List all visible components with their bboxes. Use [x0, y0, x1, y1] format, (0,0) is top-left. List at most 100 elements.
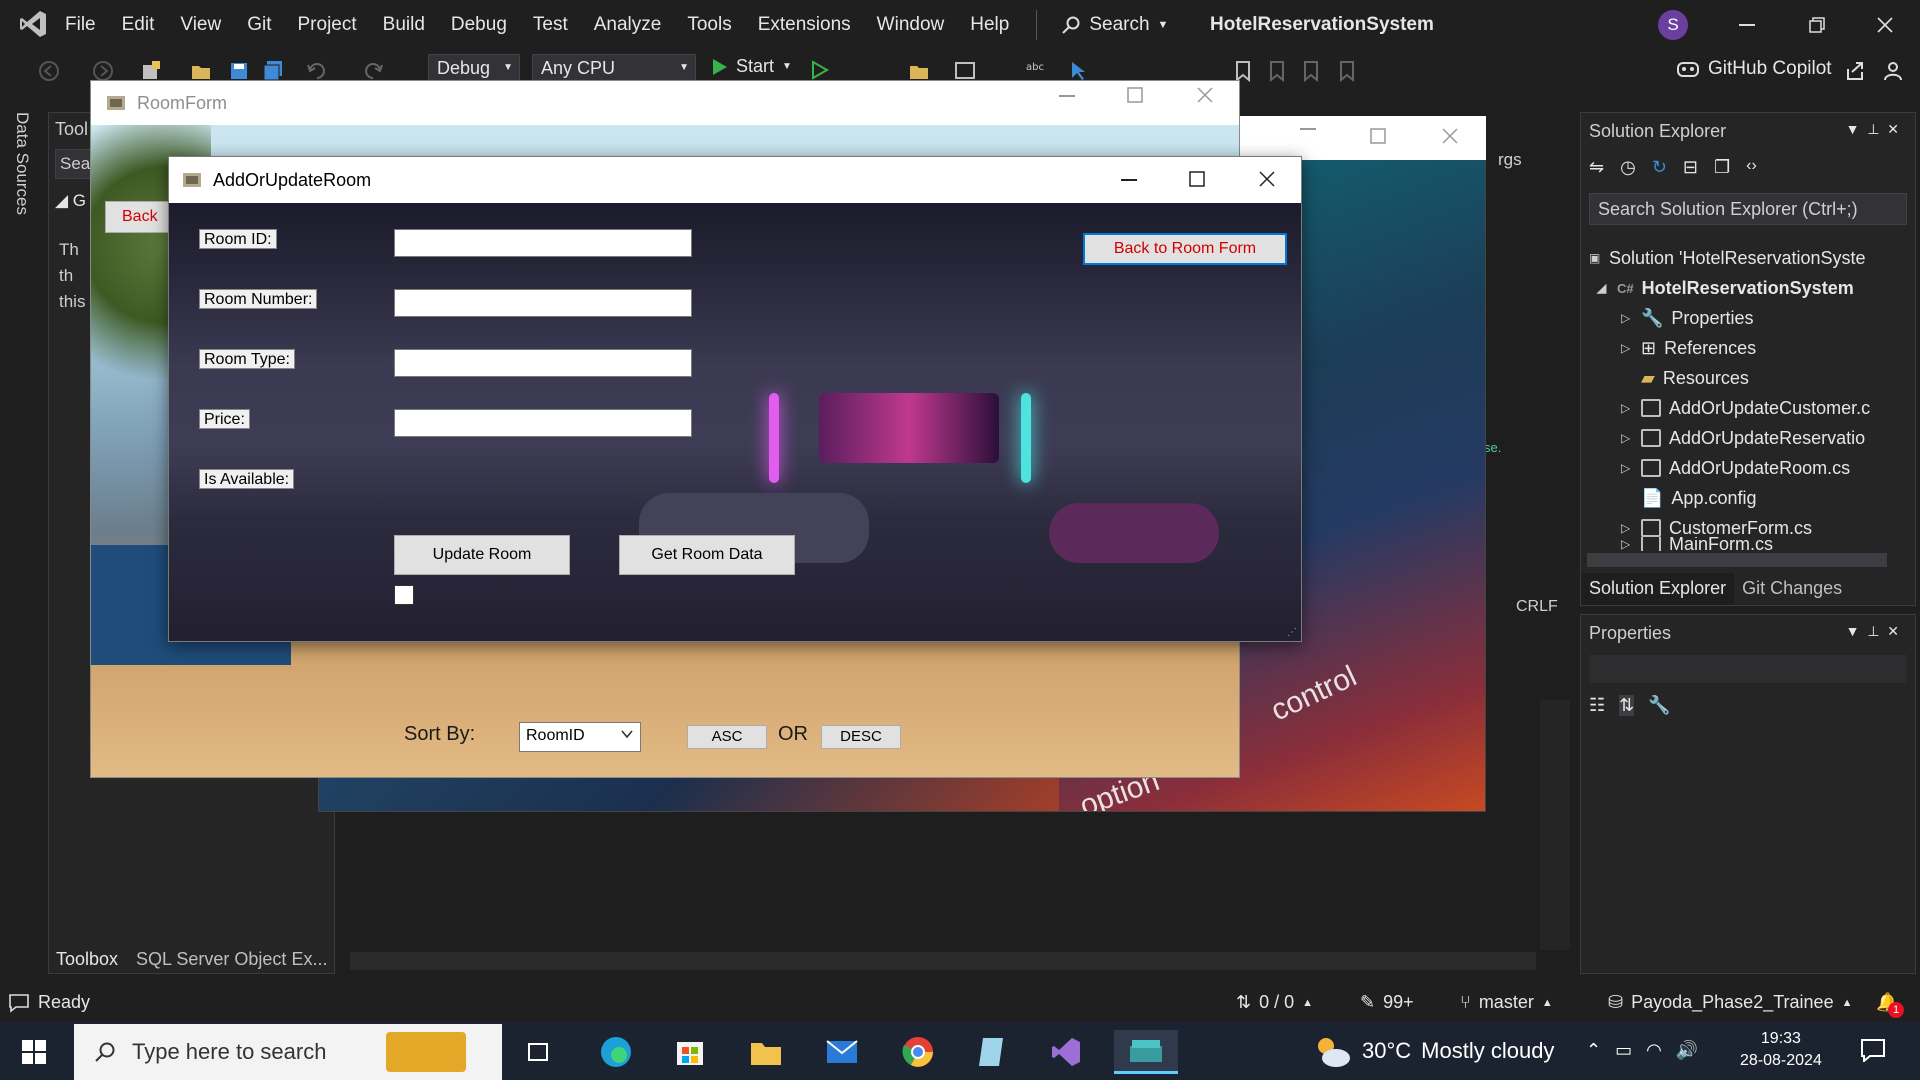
panel-controls[interactable]: ▼ ⊥ ✕	[1846, 121, 1899, 138]
sort-asc-button[interactable]: ASC	[687, 725, 767, 749]
is-available-checkbox[interactable]	[394, 585, 414, 605]
room-number-input[interactable]	[394, 289, 692, 317]
editor-horizontal-scrollbar[interactable]	[350, 952, 1536, 970]
args-dropdown[interactable]: rgs	[1498, 150, 1522, 170]
tree-item-resources[interactable]: ▰ Resources	[1641, 363, 1749, 393]
alphabetical-icon[interactable]: ⇅	[1619, 695, 1635, 716]
mail-icon[interactable]	[820, 1030, 864, 1074]
volume-icon[interactable]: 🔊	[1676, 1040, 1698, 1061]
platform-dropdown[interactable]: Any CPU ▼	[532, 54, 696, 82]
wifi-icon[interactable]: ◠	[1646, 1040, 1662, 1061]
menu-debug[interactable]: Debug	[438, 0, 520, 50]
room-type-input[interactable]	[394, 349, 692, 377]
visual-studio-taskbar-icon[interactable]	[1044, 1030, 1088, 1074]
close-icon[interactable]	[1259, 171, 1275, 187]
user-avatar[interactable]: S	[1658, 10, 1688, 40]
tree-item-solution[interactable]: ▣ Solution 'HotelReservationSyste	[1589, 243, 1866, 273]
maximize-icon[interactable]	[1189, 171, 1205, 187]
tree-item-app-config[interactable]: 📄 App.config	[1641, 483, 1756, 513]
vs-search-button[interactable]: Search ▼	[1051, 14, 1178, 36]
tree-item-addorupdatereservation[interactable]: ▷ AddOrUpdateReservatio	[1621, 423, 1865, 453]
menu-analyze[interactable]: Analyze	[581, 0, 675, 50]
menu-project[interactable]: Project	[285, 0, 370, 50]
chevron-up-icon[interactable]: ⌃	[1586, 1040, 1601, 1061]
solution-folder-icon[interactable]	[908, 60, 930, 82]
categorized-icon[interactable]: ☷	[1589, 695, 1605, 716]
solution-search-input[interactable]: Search Solution Explorer (Ctrl+;)	[1589, 193, 1907, 225]
line-ending-indicator[interactable]: CRLF	[1516, 598, 1558, 616]
properties-object-dropdown[interactable]	[1589, 655, 1907, 683]
notepad-icon[interactable]	[970, 1030, 1014, 1074]
taskbar-clock[interactable]: 19:33 28-08-2024	[1740, 1028, 1822, 1072]
tree-item-project[interactable]: ◢ C# HotelReservationSystem	[1597, 273, 1854, 303]
microsoft-store-icon[interactable]	[668, 1030, 712, 1074]
tree-item-references[interactable]: ▷ ⊞ References	[1621, 333, 1756, 363]
roomform-back-button[interactable]: Back	[105, 201, 175, 233]
tab-solution-explorer[interactable]: Solution Explorer	[1581, 573, 1735, 605]
menu-git[interactable]: Git	[234, 0, 284, 50]
sort-desc-button[interactable]: DESC	[821, 725, 901, 749]
back-to-room-form-button[interactable]: Back to Room Form	[1083, 233, 1287, 265]
room-id-input[interactable]	[394, 229, 692, 257]
history-icon[interactable]: ◷	[1620, 157, 1636, 178]
maximize-icon[interactable]	[1127, 87, 1143, 103]
close-icon[interactable]	[1442, 128, 1458, 144]
taskbar-search-box[interactable]: Type here to search	[74, 1024, 502, 1080]
panel-controls[interactable]: ▼ ⊥ ✕	[1846, 623, 1899, 640]
clear-bookmarks-icon[interactable]	[1338, 60, 1360, 82]
property-pages-icon[interactable]: 🔧	[1648, 695, 1670, 716]
close-button[interactable]	[1850, 0, 1920, 50]
menu-tools[interactable]: Tools	[674, 0, 744, 50]
minimize-icon[interactable]	[1121, 179, 1137, 181]
menu-test[interactable]: Test	[520, 0, 581, 50]
status-edits[interactable]: ✎ 99+	[1360, 992, 1414, 1013]
sync-icon[interactable]: ⇋	[1589, 157, 1604, 178]
show-all-files-icon[interactable]: ❐	[1714, 157, 1730, 178]
menu-build[interactable]: Build	[370, 0, 438, 50]
prev-bookmark-icon[interactable]	[1268, 60, 1290, 82]
status-line-counter[interactable]: ⇅ 0 / 0 ▲	[1236, 992, 1313, 1013]
undo-icon[interactable]	[306, 60, 328, 82]
menu-extensions[interactable]: Extensions	[745, 0, 864, 50]
bookmark-icon[interactable]	[1234, 60, 1256, 82]
tab-sql-server-object-explorer[interactable]: SQL Server Object Ex...	[136, 949, 327, 970]
restore-button[interactable]	[1782, 0, 1852, 50]
save-all-icon[interactable]	[262, 60, 284, 82]
save-icon[interactable]	[228, 60, 250, 82]
action-center-icon[interactable]	[1860, 1038, 1886, 1062]
code-view-icon[interactable]: ‹›	[1746, 157, 1757, 178]
close-icon[interactable]	[1197, 87, 1213, 103]
tab-git-changes[interactable]: Git Changes	[1734, 573, 1850, 605]
task-view-icon[interactable]	[516, 1030, 560, 1074]
spell-check-icon[interactable]: abc	[1026, 60, 1048, 82]
windows-start-icon[interactable]	[22, 1040, 46, 1064]
notifications-button[interactable]: 🔔 1	[1876, 992, 1904, 1018]
status-branch[interactable]: ⑂ master ▲	[1460, 992, 1553, 1013]
start-debug-button[interactable]: Start ▼	[712, 56, 792, 77]
tree-item-mainform[interactable]: ▷ MainForm.cs	[1621, 537, 1773, 551]
configuration-dropdown[interactable]: Debug ▼	[428, 54, 520, 82]
tree-item-addorupdateroom[interactable]: ▷ AddOrUpdateRoom.cs	[1621, 453, 1850, 483]
start-without-debugging-icon[interactable]	[810, 60, 832, 82]
back-nav-icon[interactable]	[38, 60, 60, 82]
get-room-data-button[interactable]: Get Room Data	[619, 535, 795, 575]
refresh-icon[interactable]: ↻	[1652, 157, 1667, 178]
select-cursor-icon[interactable]	[1068, 60, 1090, 82]
share-icon[interactable]	[1844, 60, 1866, 82]
new-project-icon[interactable]	[140, 60, 162, 82]
tree-item-addorupdatecustomer[interactable]: ▷ AddOrUpdateCustomer.c	[1621, 393, 1870, 423]
menu-file[interactable]: File	[52, 0, 109, 50]
tree-horizontal-scrollbar[interactable]	[1587, 553, 1887, 567]
menu-view[interactable]: View	[167, 0, 234, 50]
editor-vertical-scrollbar[interactable]	[1540, 700, 1570, 950]
minimize-button[interactable]	[1712, 0, 1782, 50]
redo-icon[interactable]	[362, 60, 384, 82]
status-repository[interactable]: ⛁ Payoda_Phase2_Trainee ▲	[1608, 992, 1852, 1013]
price-input[interactable]	[394, 409, 692, 437]
forward-nav-icon[interactable]	[92, 60, 114, 82]
hotel-app-taskbar-icon[interactable]	[1114, 1030, 1178, 1074]
menu-help[interactable]: Help	[957, 0, 1022, 50]
minimize-icon[interactable]	[1059, 95, 1075, 97]
edge-browser-icon[interactable]	[594, 1030, 638, 1074]
window-layout-icon[interactable]	[954, 60, 976, 82]
